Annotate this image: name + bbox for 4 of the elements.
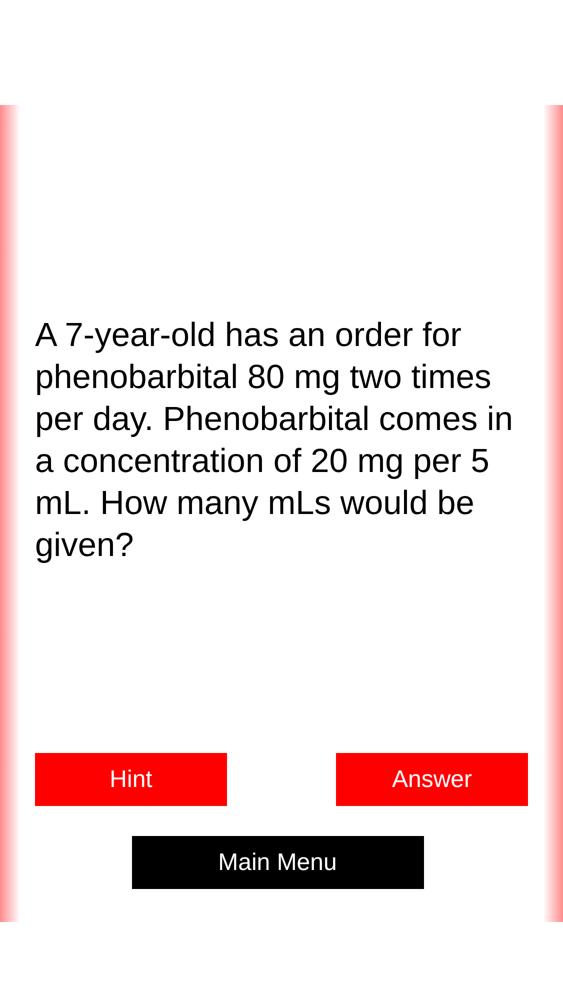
hint-button[interactable]: Hint (35, 753, 227, 806)
question-text: A 7-year-old has an order for phenobarbital 80 mg two times per day. Phenobarbital comes in a concentration of 20 mg per 5 mL. How many mLs would be given? (35, 316, 514, 566)
main-menu-button[interactable]: Main Menu (132, 836, 424, 889)
answer-button[interactable]: Answer (336, 753, 528, 806)
